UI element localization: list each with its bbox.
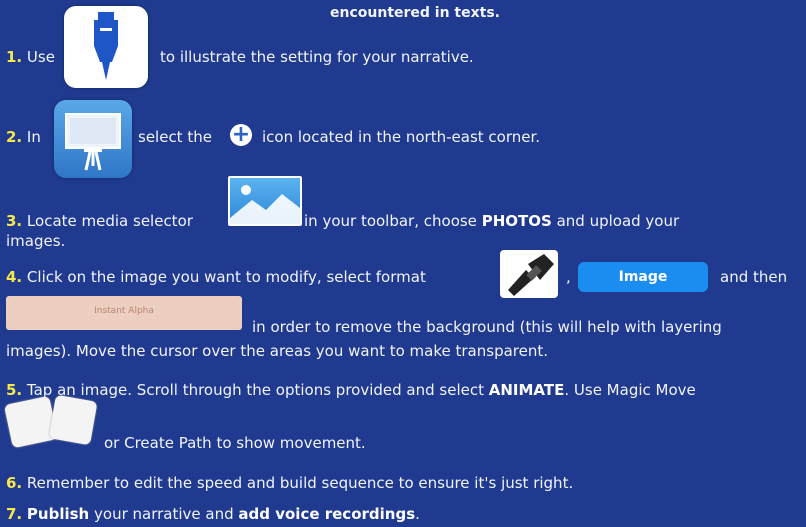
step-number: 1. [6, 48, 23, 66]
step-number: 6. [6, 474, 23, 492]
step-3: 3. Locate media selector [6, 212, 193, 230]
step-text: . Use Magic Move [564, 381, 696, 399]
pen-icon [64, 6, 148, 88]
step-6: 6. Remember to edit the speed and build … [6, 474, 573, 492]
media-icon [228, 176, 302, 226]
step-text: Click on the image you want to modify, s… [26, 268, 426, 286]
step-4-line2: in order to remove the background (this … [252, 318, 722, 336]
step-4: 4. Click on the image you want to modify… [6, 268, 426, 286]
step-4-post: and then [720, 268, 788, 286]
step-number: 3. [6, 212, 23, 230]
publish-label: Publish [26, 505, 90, 523]
magic-card-front [48, 394, 98, 446]
step-text: In [26, 128, 41, 146]
step-text: Use [26, 48, 55, 66]
step-7: 7. Publish your narrative and add voice … [6, 505, 420, 523]
step-text: Remember to edit the speed and build seq… [26, 474, 574, 492]
animate-label: ANIMATE [488, 381, 565, 399]
step-4-comma: , [566, 268, 571, 286]
step-1-post: to illustrate the setting for your narra… [160, 48, 474, 66]
step-3-line2: images. [6, 232, 66, 250]
step-text: and upload your [556, 212, 680, 230]
step-text: Locate media selector [26, 212, 193, 230]
step-2-mid: select the [138, 128, 212, 146]
step-text: . [415, 505, 420, 523]
instant-alpha-button[interactable]: Instant Alpha [6, 296, 242, 330]
step-5-line2: or Create Path to show movement. [104, 434, 366, 452]
step-5: 5. Tap an image. Scroll through the opti… [6, 381, 696, 399]
keynote-icon [54, 100, 132, 178]
paintbrush-icon [500, 250, 558, 298]
step-text: in your toolbar, choose [304, 212, 477, 230]
step-number: 7. [6, 505, 23, 523]
magic-card-back [3, 395, 59, 449]
photos-label: PHOTOS [481, 212, 552, 230]
step-number: 2. [6, 128, 23, 146]
step-2-post: icon located in the north-east corner. [262, 128, 541, 146]
image-button[interactable]: Image [578, 262, 708, 292]
step-text: Tap an image. Scroll through the options… [26, 381, 484, 399]
step-number: 5. [6, 381, 23, 399]
header-text: encountered in texts. [330, 5, 500, 21]
step-1: 1. Use [6, 48, 55, 66]
step-number: 4. [6, 268, 23, 286]
voice-label: add voice recordings [238, 505, 416, 523]
step-4-line3: images). Move the cursor over the areas … [6, 342, 549, 360]
step-text: your narrative and [94, 505, 234, 523]
plus-icon: + [230, 122, 252, 147]
step-2: 2. In [6, 128, 41, 146]
step-3-post: in your toolbar, choose PHOTOS and uploa… [304, 212, 679, 230]
